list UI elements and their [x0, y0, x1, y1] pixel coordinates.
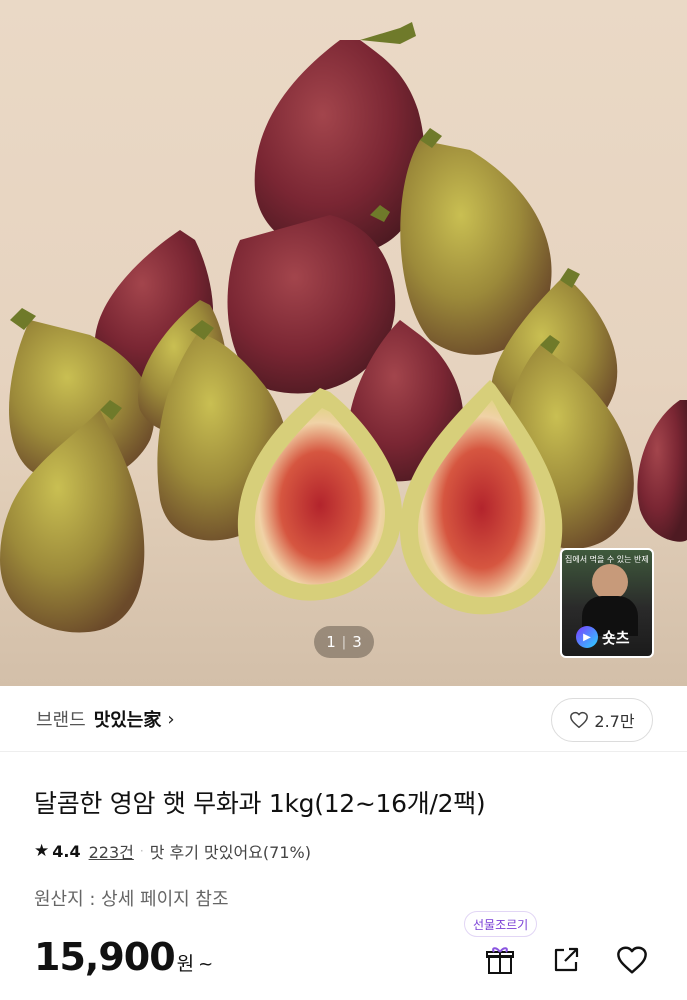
- review-count-link[interactable]: 223건: [89, 839, 134, 863]
- share-button[interactable]: [546, 940, 586, 980]
- price-amount: 15,900: [34, 935, 176, 979]
- shorts-video-thumbnail[interactable]: 집에서 먹을 수 있는 반제품 ▶ 숏츠: [560, 548, 654, 658]
- separator-dot: ·: [139, 844, 144, 858]
- heart-outline-icon: [570, 711, 589, 729]
- gift-icon: [486, 947, 514, 974]
- shorts-label: 숏츠: [602, 628, 630, 647]
- like-count: 2.7만: [594, 712, 635, 731]
- price-unit: 원: [176, 953, 195, 975]
- chevron-right-icon: ›: [167, 708, 175, 730]
- shorts-badge: ▶ 숏츠: [576, 626, 630, 648]
- shorts-person-head: [592, 564, 628, 600]
- price-row: 15,900 원 ~: [34, 935, 213, 979]
- play-icon: ▶: [576, 626, 598, 648]
- taste-review-summary: 맛 후기 맛있어요(71%): [149, 843, 311, 862]
- rating-score: 4.4: [52, 841, 81, 861]
- price-suffix: ~: [198, 954, 214, 975]
- brand-row: 브랜드 맛있는家 › 2.7만: [0, 686, 687, 752]
- rating-row: ★ 4.4 223건 · 맛 후기 맛있어요(71%): [34, 839, 311, 863]
- brand-name: 맛있는家: [93, 710, 162, 731]
- gift-button[interactable]: [480, 940, 520, 980]
- star-icon: ★: [34, 841, 50, 861]
- share-icon: [554, 947, 579, 972]
- product-title: 달콤한 영암 햇 무화과 1kg(12~16개/2팩): [34, 789, 486, 818]
- pager-current: 1: [326, 633, 336, 651]
- origin-info: 원산지 : 상세 페이지 참조: [34, 889, 229, 910]
- wishlist-button[interactable]: [612, 940, 652, 980]
- pager-separator: |: [341, 634, 347, 650]
- like-count-button[interactable]: 2.7만: [551, 698, 653, 742]
- brand-label: 브랜드: [36, 710, 86, 731]
- pager-total: 3: [352, 633, 362, 651]
- brand-link[interactable]: 브랜드 맛있는家 ›: [36, 706, 175, 732]
- heart-outline-icon: [617, 946, 647, 974]
- gift-request-tooltip: 선물조르기: [464, 911, 538, 937]
- image-pager-indicator: 1 | 3: [314, 626, 374, 658]
- product-image-carousel[interactable]: 1 | 3 집에서 먹을 수 있는 반제품 ▶ 숏츠: [0, 0, 687, 686]
